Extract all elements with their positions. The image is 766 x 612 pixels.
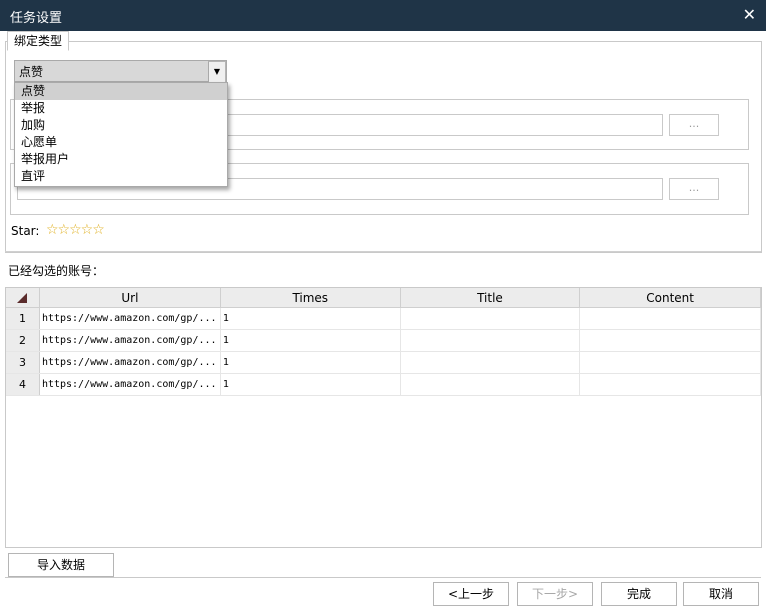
cell-times[interactable]: 1 (220, 329, 401, 352)
dropdown-option[interactable]: 直评 (15, 168, 227, 185)
selected-accounts-label: 已经勾选的账号： (8, 264, 105, 278)
cell-title[interactable] (400, 307, 581, 330)
cell-title[interactable] (400, 351, 581, 374)
dropdown-option[interactable]: 举报用户 (15, 151, 227, 168)
chevron-down-icon[interactable]: ▼ (208, 61, 226, 83)
divider (5, 251, 761, 252)
close-icon[interactable]: ✕ (743, 5, 756, 24)
browse-button-2[interactable]: ... (669, 178, 719, 200)
table-row[interactable]: 4 https://www.amazon.com/gp/... 1 (6, 373, 761, 396)
cell-url[interactable]: https://www.amazon.com/gp/... (39, 373, 221, 396)
divider (5, 577, 761, 578)
column-header-times[interactable]: Times (220, 288, 401, 308)
title-bar: 任务设置 ✕ (0, 0, 766, 31)
cell-content[interactable] (579, 351, 761, 374)
bind-type-selected-value: 点赞 (19, 65, 44, 79)
star-rating[interactable]: ☆☆☆☆☆ (46, 222, 105, 238)
column-header-content[interactable]: Content (579, 288, 761, 308)
row-number[interactable]: 2 (6, 329, 40, 352)
prev-step-button[interactable]: <上一步 (433, 582, 509, 606)
row-number[interactable]: 1 (6, 307, 40, 330)
row-number[interactable]: 4 (6, 373, 40, 396)
cell-title[interactable] (400, 373, 581, 396)
dropdown-option[interactable]: 心愿单 (15, 134, 227, 151)
dropdown-option[interactable]: 举报 (15, 100, 227, 117)
select-all-icon[interactable] (17, 293, 28, 303)
star-label: Star: (11, 224, 40, 238)
cell-title[interactable] (400, 329, 581, 352)
cell-content[interactable] (579, 307, 761, 330)
cell-content[interactable] (579, 373, 761, 396)
cell-url[interactable]: https://www.amazon.com/gp/... (39, 307, 221, 330)
dropdown-option[interactable]: 点赞 (15, 83, 227, 100)
tab-bind-type[interactable]: 绑定类型 (7, 31, 70, 51)
table-row[interactable]: 2 https://www.amazon.com/gp/... 1 (6, 329, 761, 352)
cell-url[interactable]: https://www.amazon.com/gp/... (39, 329, 221, 352)
import-data-button[interactable]: 导入数据 (8, 553, 114, 577)
row-number[interactable]: 3 (6, 351, 40, 374)
table-row[interactable]: 3 https://www.amazon.com/gp/... 1 (6, 351, 761, 374)
grid-corner[interactable] (6, 288, 40, 308)
cell-url[interactable]: https://www.amazon.com/gp/... (39, 351, 221, 374)
accounts-grid[interactable]: Url Times Title Content 1 https://www.am… (5, 287, 762, 548)
table-row[interactable]: 1 https://www.amazon.com/gp/... 1 (6, 307, 761, 330)
finish-button[interactable]: 完成 (601, 582, 677, 606)
cancel-button[interactable]: 取消 (683, 582, 759, 606)
column-header-title[interactable]: Title (400, 288, 581, 308)
browse-button-1[interactable]: ... (669, 114, 719, 136)
cell-times[interactable]: 1 (220, 351, 401, 374)
column-header-url[interactable]: Url (39, 288, 221, 308)
cell-times[interactable]: 1 (220, 307, 401, 330)
dropdown-option[interactable]: 加购 (15, 117, 227, 134)
next-step-button[interactable]: 下一步> (517, 582, 593, 606)
bind-type-select[interactable]: 点赞 ▼ (14, 60, 227, 83)
cell-content[interactable] (579, 329, 761, 352)
bind-type-dropdown-list[interactable]: 点赞 举报 加购 心愿单 举报用户 直评 (14, 82, 228, 187)
cell-times[interactable]: 1 (220, 373, 401, 396)
window-title: 任务设置 (10, 11, 63, 26)
